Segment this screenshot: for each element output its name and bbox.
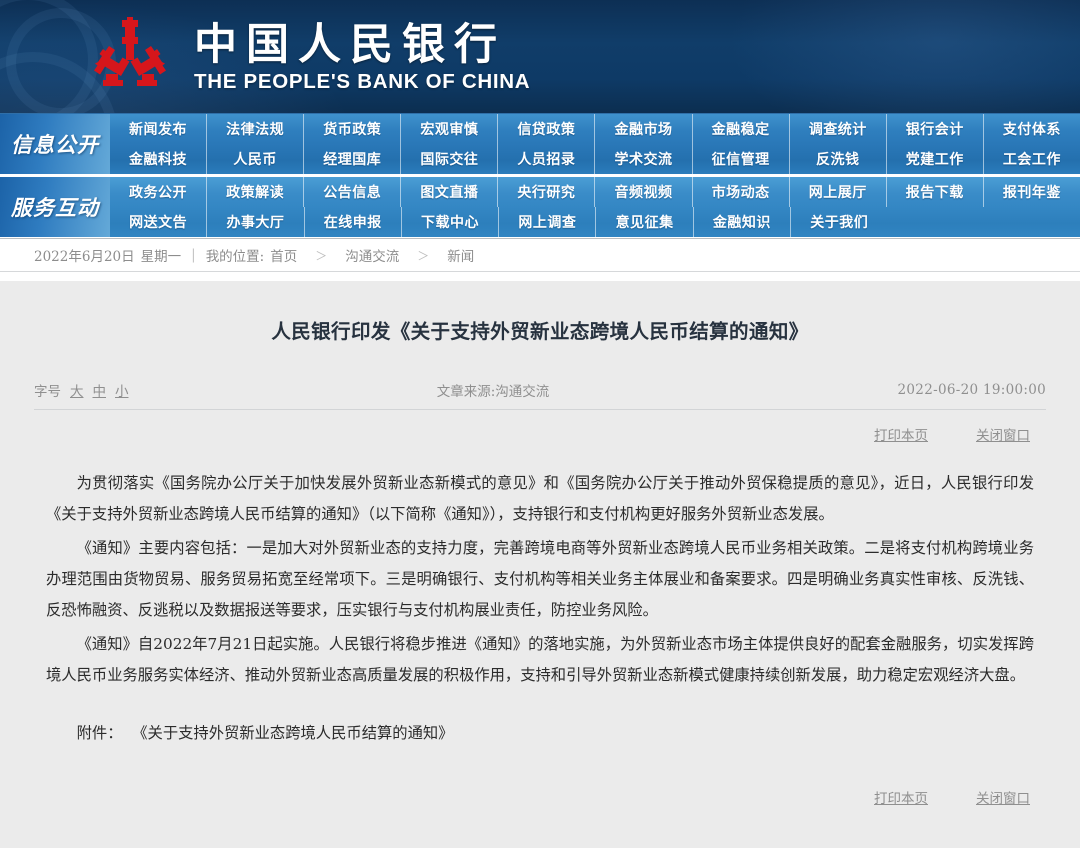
brand-lockup[interactable]: 中国人民银行 THE PEOPLE'S BANK OF CHINA: [88, 16, 530, 96]
nav-item-jinrongwending[interactable]: 金融稳定: [693, 114, 790, 144]
chevron-right-icon: ＞: [417, 247, 429, 264]
nav-item-placeholder-1: [887, 207, 983, 237]
font-size-large-button[interactable]: 大: [70, 380, 84, 400]
nav-item-zhengcejiedu[interactable]: 政策解读: [207, 177, 304, 207]
nav-item-zaixianshenbao[interactable]: 在线申报: [305, 207, 402, 237]
nav-item-jinrongkeji[interactable]: 金融科技: [110, 144, 207, 174]
breadcrumb-item-news[interactable]: 新闻: [447, 245, 474, 265]
nav-item-dangjiangongzuo[interactable]: 党建工作: [887, 144, 984, 174]
nav-group-service: 服务互动 政务公开 政策解读 公告信息 图文直播 央行研究 音频视频 市场动态 …: [0, 177, 1080, 238]
nav-item-fanxiqian[interactable]: 反洗钱: [790, 144, 887, 174]
pbc-emblem-icon: [88, 16, 172, 96]
nav-item-yijianzhengji[interactable]: 意见征集: [596, 207, 693, 237]
nav-item-guojijiaowang[interactable]: 国际交往: [401, 144, 498, 174]
breadcrumb-bar: 2022年6月20日 星期一 | 我的位置: 首页 ＞ 沟通交流 ＞ 新闻: [0, 239, 1080, 272]
article-body: 为贯彻落实《国务院办公厅关于加快发展外贸新业态新模式的意见》和《国务院办公厅关于…: [46, 468, 1034, 749]
article-datetime: 2022-06-20 19:00:00: [898, 382, 1046, 398]
breadcrumb: 2022年6月20日 星期一 | 我的位置: 首页 ＞ 沟通交流 ＞ 新闻: [34, 245, 474, 265]
nav-item-diaochatongji[interactable]: 调查统计: [790, 114, 887, 144]
nav-group-rows-service: 政务公开 政策解读 公告信息 图文直播 央行研究 音频视频 市场动态 网上展厅 …: [110, 177, 1080, 237]
nav-item-zhengwugongkai[interactable]: 政务公开: [110, 177, 207, 207]
main-navigation: 信息公开 新闻发布 法律法规 货币政策 宏观审慎 信贷政策 金融市场 金融稳定 …: [0, 113, 1080, 239]
article-sheet: 人民银行印发《关于支持外贸新业态跨境人民币结算的通知》 字号 大 中 小 文章来…: [14, 281, 1066, 829]
nav-item-falvfagui[interactable]: 法律法规: [207, 114, 304, 144]
nav-item-gonggaoxinxi[interactable]: 公告信息: [304, 177, 401, 207]
nav-row: 金融科技 人民币 经理国库 国际交往 人员招录 学术交流 征信管理 反洗钱 党建…: [110, 144, 1080, 174]
nav-item-xueshujiaoliu[interactable]: 学术交流: [595, 144, 692, 174]
nav-item-xinwenfabu[interactable]: 新闻发布: [110, 114, 207, 144]
font-size-label: 字号: [34, 380, 61, 400]
attachment-link[interactable]: 《关于支持外贸新业态跨境人民币结算的通知》: [132, 724, 453, 742]
breadcrumb-weekday: 星期一: [141, 245, 182, 265]
article-source-label: 文章来源:: [437, 384, 496, 400]
nav-item-yinhangkuaiji[interactable]: 银行会计: [887, 114, 984, 144]
attachment-label: 附件：: [77, 724, 123, 742]
print-page-link[interactable]: 打印本页: [874, 424, 928, 444]
article-meta-row: 字号 大 中 小 文章来源:沟通交流 2022-06-20 19:00:00: [34, 380, 1046, 410]
nav-item-baokannianjian[interactable]: 报刊年鉴: [984, 177, 1080, 207]
print-page-link-bottom[interactable]: 打印本页: [874, 787, 928, 807]
close-window-link-bottom[interactable]: 关闭窗口: [976, 787, 1030, 807]
nav-item-zhifutixi[interactable]: 支付体系: [984, 114, 1080, 144]
nav-item-xiazaizhongxin[interactable]: 下载中心: [402, 207, 499, 237]
nav-item-xindaizhengce[interactable]: 信贷政策: [498, 114, 595, 144]
article-source-value: 沟通交流: [495, 384, 549, 400]
breadcrumb-item-communication[interactable]: 沟通交流: [345, 245, 399, 265]
nav-item-huobizhengce[interactable]: 货币政策: [304, 114, 401, 144]
font-size-control: 字号 大 中 小: [34, 380, 129, 400]
article-paragraph-3: 《通知》自2022年7月21日起实施。人民银行将稳步推进《通知》的落地实施，为外…: [46, 629, 1034, 690]
nav-item-jinrongshichang[interactable]: 金融市场: [595, 114, 692, 144]
article-attachment-row: 附件： 《关于支持外贸新业态跨境人民币结算的通知》: [46, 718, 1034, 749]
nav-group-label-service[interactable]: 服务互动: [0, 177, 110, 237]
nav-item-wangshangzhanting[interactable]: 网上展厅: [790, 177, 887, 207]
nav-item-renyuanzhaolu[interactable]: 人员招录: [498, 144, 595, 174]
brand-title-en: THE PEOPLE'S BANK OF CHINA: [194, 70, 530, 94]
nav-item-gonghuigongzuo[interactable]: 工会工作: [984, 144, 1080, 174]
brand-text-block: 中国人民银行 THE PEOPLE'S BANK OF CHINA: [194, 18, 530, 94]
nav-row: 政务公开 政策解读 公告信息 图文直播 央行研究 音频视频 市场动态 网上展厅 …: [110, 177, 1080, 207]
nav-item-yanghangyanjiu[interactable]: 央行研究: [498, 177, 595, 207]
nav-item-shichangdongtai[interactable]: 市场动态: [693, 177, 790, 207]
article-paragraph-1: 为贯彻落实《国务院办公厅关于加快发展外贸新业态新模式的意见》和《国务院办公厅关于…: [46, 468, 1034, 529]
font-size-small-button[interactable]: 小: [115, 380, 129, 400]
nav-item-guanyuwomen[interactable]: 关于我们: [791, 207, 887, 237]
breadcrumb-location-label: 我的位置:: [206, 245, 265, 265]
nav-row: 新闻发布 法律法规 货币政策 宏观审慎 信贷政策 金融市场 金融稳定 调查统计 …: [110, 114, 1080, 144]
nav-item-wangshangdiaocha[interactable]: 网上调查: [499, 207, 596, 237]
font-size-medium-button[interactable]: 中: [93, 380, 107, 400]
nav-item-zhengxinguanli[interactable]: 征信管理: [693, 144, 790, 174]
site-header-banner: 中国人民银行 THE PEOPLE'S BANK OF CHINA: [0, 0, 1080, 113]
nav-item-hongguanshenshen[interactable]: 宏观审慎: [401, 114, 498, 144]
nav-group-label-information[interactable]: 信息公开: [0, 114, 110, 174]
page-body: 人民银行印发《关于支持外贸新业态跨境人民币结算的通知》 字号 大 中 小 文章来…: [0, 281, 1080, 848]
breadcrumb-divider: |: [191, 247, 196, 263]
nav-item-placeholder-2: [984, 207, 1080, 237]
article-paragraph-2: 《通知》主要内容包括：一是加大对外贸新业态的支持力度，完善跨境电商等外贸新业态跨…: [46, 533, 1034, 625]
nav-row: 网送文告 办事大厅 在线申报 下载中心 网上调查 意见征集 金融知识 关于我们: [110, 207, 1080, 237]
close-window-link[interactable]: 关闭窗口: [976, 424, 1030, 444]
nav-group-rows-information: 新闻发布 法律法规 货币政策 宏观审慎 信贷政策 金融市场 金融稳定 调查统计 …: [110, 114, 1080, 174]
nav-item-yinpinshipin[interactable]: 音频视频: [595, 177, 692, 207]
article-tools-bottom: 打印本页 关闭窗口: [34, 787, 1030, 807]
nav-item-jingliguoku[interactable]: 经理国库: [304, 144, 401, 174]
nav-group-information: 信息公开 新闻发布 法律法规 货币政策 宏观审慎 信贷政策 金融市场 金融稳定 …: [0, 114, 1080, 175]
nav-item-wangsongwengao[interactable]: 网送文告: [110, 207, 207, 237]
nav-item-tuwenzhibo[interactable]: 图文直播: [401, 177, 498, 207]
breadcrumb-item-home[interactable]: 首页: [270, 245, 297, 265]
breadcrumb-date: 2022年6月20日: [34, 245, 135, 265]
nav-item-renminbi[interactable]: 人民币: [207, 144, 304, 174]
nav-item-jinrongzhishi[interactable]: 金融知识: [694, 207, 791, 237]
chevron-right-icon: ＞: [315, 247, 327, 264]
page-title: 人民银行印发《关于支持外贸新业态跨境人民币结算的通知》: [14, 281, 1066, 346]
nav-item-baogaoxiazai[interactable]: 报告下载: [887, 177, 984, 207]
article-source: 文章来源:沟通交流: [129, 380, 898, 400]
brand-title-cn: 中国人民银行: [194, 22, 530, 68]
nav-item-banshidating[interactable]: 办事大厅: [207, 207, 304, 237]
article-tools-top: 打印本页 关闭窗口: [34, 424, 1030, 444]
